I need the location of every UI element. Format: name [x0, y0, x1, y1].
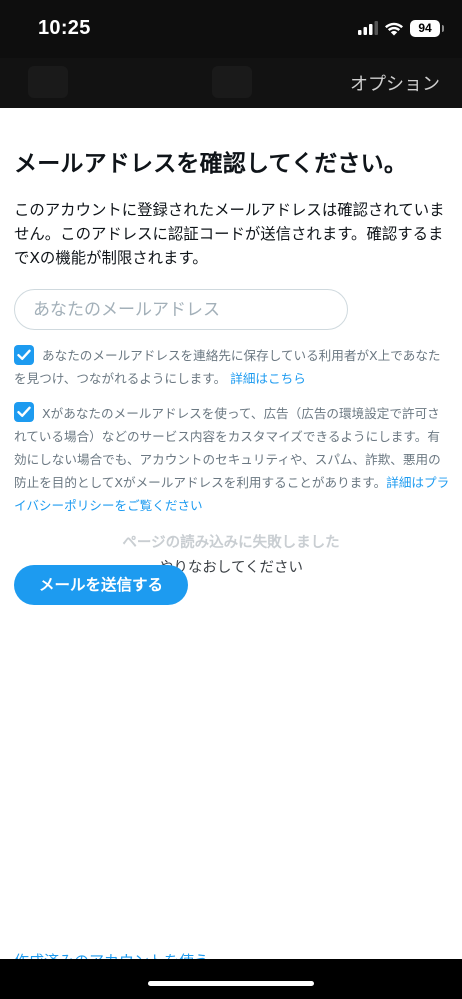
email-input[interactable]	[14, 289, 348, 330]
wifi-icon	[385, 22, 403, 36]
battery-icon: 94	[410, 20, 444, 37]
page-title: メールアドレスを確認してください。	[14, 151, 408, 177]
bottom-bar	[0, 959, 462, 999]
load-failed-message: ページの読み込みに失敗しました	[122, 535, 340, 551]
contact-discovery-label: あなたのメールアドレスを連絡先に保存している利用者がX上であなたを見つけ、つなが…	[14, 348, 441, 386]
personalization-text: Xがあなたのメールアドレスを使って、広告（広告の環境設定で許可されている場合）な…	[14, 402, 450, 517]
send-email-button[interactable]: メールを送信する	[14, 565, 188, 605]
nav-logo-placeholder	[212, 66, 252, 98]
page-description: このアカウントに登録されたメールアドレスは確認されていません。このアドレスに認証…	[14, 201, 445, 267]
personalization-label: Xがあなたのメールアドレスを使って、広告（広告の環境設定で許可されている場合）な…	[14, 406, 441, 490]
nav-back-placeholder	[28, 66, 68, 98]
contact-discovery-text: あなたのメールアドレスを連絡先に保存している利用者がX上であなたを見つけ、つなが…	[14, 344, 450, 390]
nav-bar: オプション	[0, 58, 462, 108]
options-button[interactable]: オプション	[350, 70, 440, 96]
learn-more-link[interactable]: 詳細はこちら	[230, 371, 306, 386]
status-bar: 10:25 94	[0, 0, 462, 58]
home-indicator[interactable]	[148, 981, 314, 986]
cellular-signal-icon	[358, 21, 378, 35]
verify-email-sheet: メールアドレスを確認してください。 このアカウントに登録されたメールアドレスは確…	[0, 108, 462, 959]
status-time: 10:25	[38, 17, 91, 39]
